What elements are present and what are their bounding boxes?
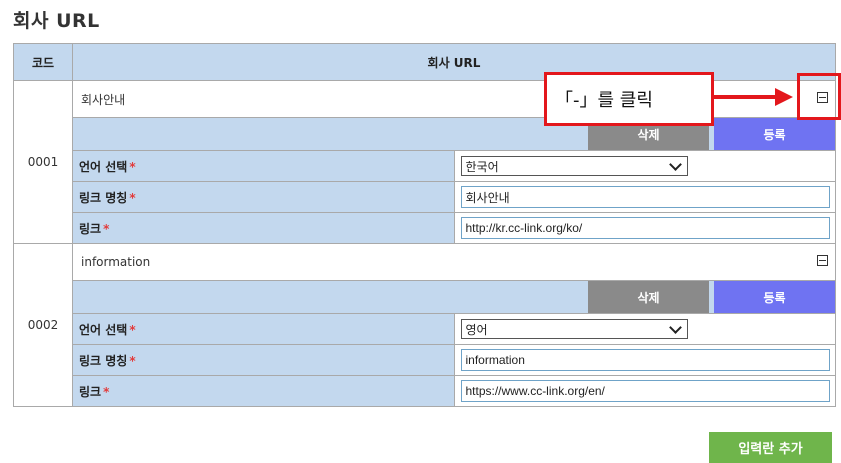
language-value-cell-1: 한국어 bbox=[453, 150, 836, 182]
collapse-minus-icon[interactable] bbox=[817, 255, 828, 266]
callout-text: 「-」를 클릭 bbox=[555, 90, 653, 111]
arrow-head-icon bbox=[775, 88, 793, 106]
chevron-down-icon bbox=[668, 158, 682, 171]
required-mark: * bbox=[129, 159, 136, 174]
register-button-2[interactable]: 등록 bbox=[714, 281, 835, 313]
entry-name-cell-2: information bbox=[72, 243, 836, 281]
entry-code-2: 0002 bbox=[13, 243, 73, 407]
link-name-input-1[interactable]: 회사안내 bbox=[460, 186, 830, 208]
language-selected-2: 영어 bbox=[465, 322, 488, 337]
entry-row-1-link-name: 링크 명칭 * 회사안내 bbox=[14, 181, 836, 213]
link-name-input-2[interactable]: information bbox=[460, 349, 830, 371]
entry-row-2-name: 0002 information bbox=[13, 243, 836, 407]
language-selected-1: 한국어 bbox=[465, 159, 499, 174]
required-mark: * bbox=[129, 353, 136, 368]
entry-name-1: 회사안내 bbox=[81, 92, 126, 107]
language-label-1: 언어 선택 * bbox=[72, 150, 455, 182]
language-value-cell-2: 영어 bbox=[453, 313, 836, 345]
language-label-text: 언어 선택 bbox=[79, 322, 128, 337]
link-value-cell-2: https://www.cc-link.org/en/ bbox=[453, 375, 836, 407]
entry-row-2-language: 언어 선택 * 영어 bbox=[14, 313, 836, 345]
entry-row-2-link-name: 링크 명칭 * information bbox=[14, 344, 836, 376]
column-header-code: 코드 bbox=[13, 43, 73, 81]
required-mark: * bbox=[129, 190, 136, 205]
link-name-label-text: 링크 명칭 bbox=[79, 353, 128, 368]
link-label-1: 링크 * bbox=[72, 212, 455, 244]
entry-name-cell-1: 회사안내 bbox=[72, 80, 836, 118]
language-select-2[interactable]: 영어 bbox=[460, 319, 688, 339]
required-mark: * bbox=[129, 322, 136, 337]
entry-code-1: 0001 bbox=[13, 80, 73, 244]
instruction-callout: 「-」를 클릭 bbox=[544, 72, 714, 126]
page-title: 회사 URL bbox=[13, 10, 100, 32]
required-mark: * bbox=[103, 221, 110, 236]
link-label-2: 링크 * bbox=[72, 375, 455, 407]
chevron-down-icon bbox=[668, 321, 682, 334]
column-header-url: 회사 URL bbox=[72, 43, 836, 81]
link-label-text: 링크 bbox=[79, 221, 102, 236]
language-select-1[interactable]: 한국어 bbox=[460, 156, 688, 176]
language-label-text: 언어 선택 bbox=[79, 159, 128, 174]
button-bar-1: 삭제 등록 bbox=[72, 117, 836, 151]
link-label-text: 링크 bbox=[79, 384, 102, 399]
entry-row-1-link: 링크 * http://kr.cc-link.org/ko/ bbox=[14, 212, 836, 244]
entry-row-2-buttons: 삭제 등록 bbox=[14, 280, 836, 314]
button-bar-2: 삭제 등록 bbox=[72, 280, 836, 314]
link-name-value-cell-1: 회사안내 bbox=[453, 181, 836, 213]
language-label-2: 언어 선택 * bbox=[72, 313, 455, 345]
link-name-label-text: 링크 명칭 bbox=[79, 190, 128, 205]
link-input-2[interactable]: https://www.cc-link.org/en/ bbox=[460, 380, 830, 402]
link-value-cell-1: http://kr.cc-link.org/ko/ bbox=[453, 212, 836, 244]
entry-row-1-language: 언어 선택 * 한국어 bbox=[14, 150, 836, 182]
link-name-value-cell-2: information bbox=[453, 344, 836, 376]
add-input-button[interactable]: 입력란 추가 bbox=[709, 432, 832, 463]
delete-button-2[interactable]: 삭제 bbox=[588, 281, 709, 313]
register-button-1[interactable]: 등록 bbox=[714, 118, 835, 150]
link-input-1[interactable]: http://kr.cc-link.org/ko/ bbox=[460, 217, 830, 239]
highlight-box bbox=[797, 73, 841, 120]
link-name-label-1: 링크 명칭 * bbox=[72, 181, 455, 213]
callout-arrow bbox=[714, 95, 778, 99]
entry-name-2: information bbox=[81, 255, 151, 269]
entry-row-2-link: 링크 * https://www.cc-link.org/en/ bbox=[14, 375, 836, 407]
required-mark: * bbox=[103, 384, 110, 399]
link-name-label-2: 링크 명칭 * bbox=[72, 344, 455, 376]
